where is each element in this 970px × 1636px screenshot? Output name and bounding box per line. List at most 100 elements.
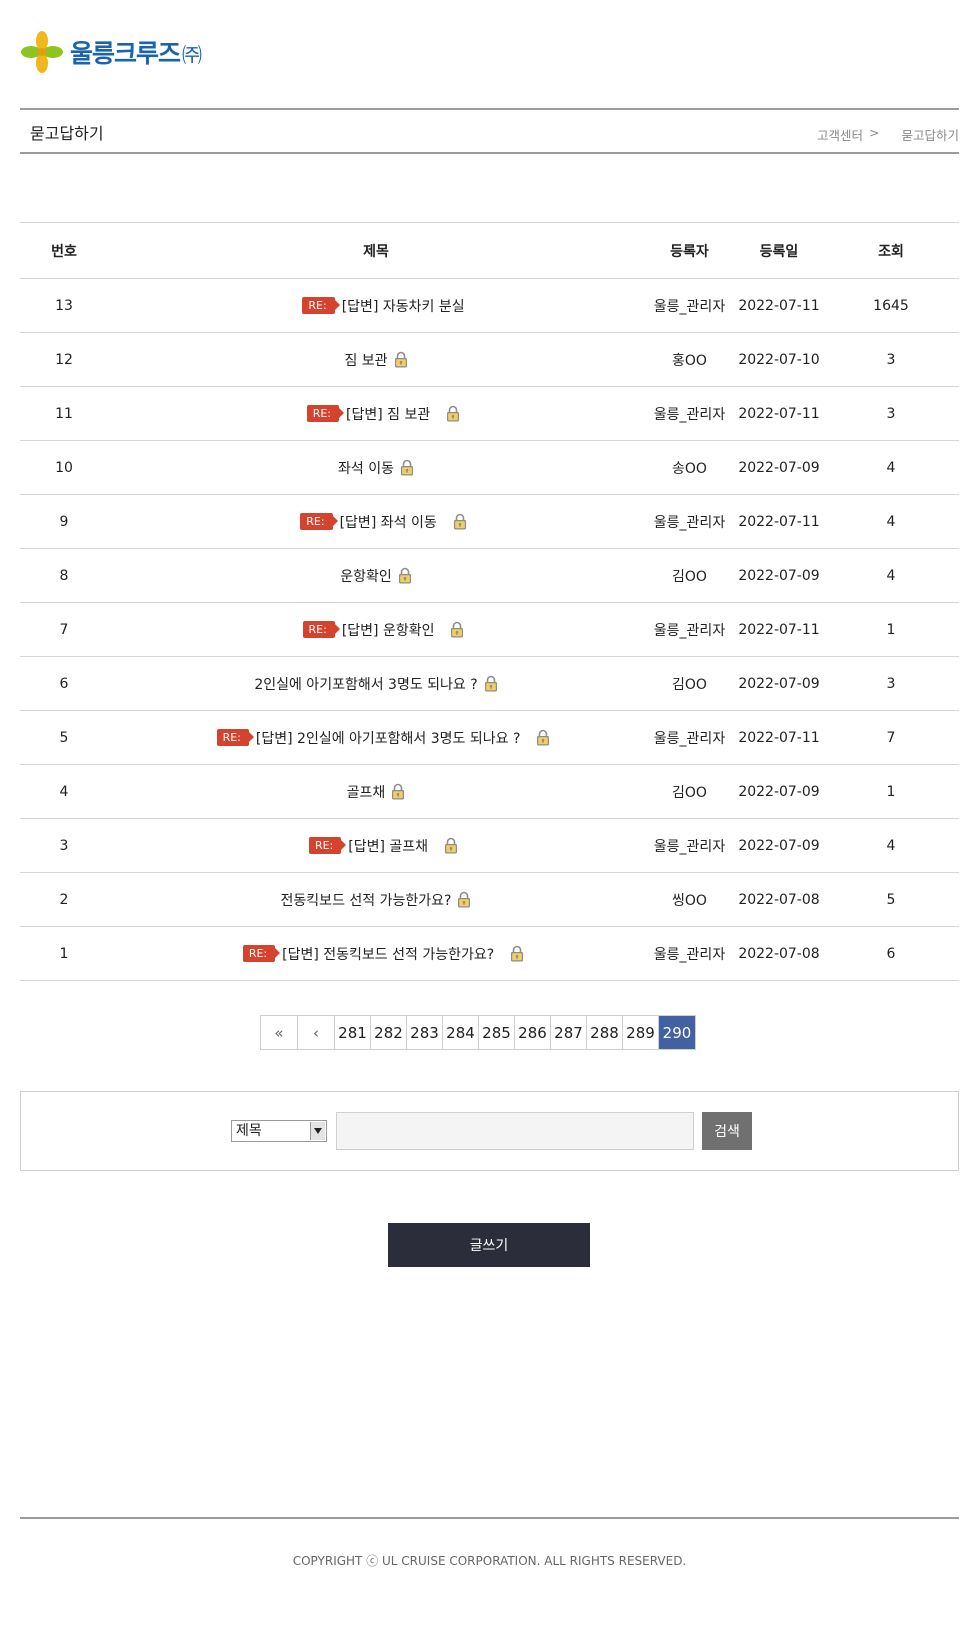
first-page-button[interactable]: « xyxy=(261,1016,298,1049)
row-date: 2022-07-11 xyxy=(735,278,823,333)
row-date: 2022-07-11 xyxy=(735,386,823,441)
row-number: 9 xyxy=(20,494,108,549)
search-panel: 제목 검색 xyxy=(20,1091,959,1171)
chevron-down-icon[interactable] xyxy=(310,1122,325,1140)
table-row[interactable]: 10 좌석 이동 송OO 2022-07-09 4 xyxy=(20,440,959,495)
logo[interactable]: 울릉크루즈 ㈜ xyxy=(20,30,202,74)
prev-page-button[interactable]: ‹ xyxy=(298,1016,335,1049)
row-number: 2 xyxy=(20,872,108,927)
row-author: 울릉_관리자 xyxy=(644,386,735,441)
row-subject-cell: 좌석 이동 xyxy=(108,440,644,495)
row-date: 2022-07-11 xyxy=(735,494,823,549)
table-header-row: 번호 제목 등록자 등록일 조회 xyxy=(20,222,959,279)
pagination: « ‹ 281 282 283 284 285 286 287 288 289 … xyxy=(260,1015,696,1050)
row-subject-link[interactable]: 짐 보관 xyxy=(344,350,407,370)
breadcrumb-item-qna[interactable]: 묻고답하기 xyxy=(901,125,959,144)
column-header-date: 등록일 xyxy=(735,222,823,279)
row-subject-link[interactable]: RE: [답변] 전동킥보드 선적 가능한가요? xyxy=(228,944,524,964)
search-field-select[interactable]: 제목 xyxy=(231,1120,327,1142)
row-subject-link[interactable]: 골프채 xyxy=(347,782,406,802)
row-subject-link[interactable]: 좌석 이동 xyxy=(338,458,414,478)
row-date: 2022-07-08 xyxy=(735,926,823,981)
table-row[interactable]: 11 RE: [답변] 짐 보관 울릉_관리자 2022-07-11 3 xyxy=(20,386,959,441)
row-subject-link[interactable]: 운항확인 xyxy=(340,566,412,586)
row-subject-text: 전동킥보드 선적 가능한가요? xyxy=(280,892,452,909)
table-row[interactable]: 5 RE: [답변] 2인실에 아기포함해서 3명도 되나요 ? 울릉_관리자 2022… xyxy=(20,710,959,765)
re-badge: RE: xyxy=(242,945,281,962)
page-287-button[interactable]: 287 xyxy=(551,1016,587,1049)
row-subject-link[interactable]: 전동킥보드 선적 가능한가요? xyxy=(281,890,472,910)
row-subject-link[interactable]: RE: [답변] 2인실에 아기포함해서 3명도 되나요 ? xyxy=(202,728,551,748)
search-input[interactable] xyxy=(336,1112,694,1150)
row-views: 1645 xyxy=(823,278,959,333)
page-288-button[interactable]: 288 xyxy=(587,1016,623,1049)
page-282-button[interactable]: 282 xyxy=(371,1016,407,1049)
table-row[interactable]: 3 RE: [답변] 골프채 울릉_관리자 2022-07-09 4 xyxy=(20,818,959,873)
column-header-subject: 제목 xyxy=(108,222,644,279)
row-subject-link[interactable]: RE: [답변] 짐 보관 xyxy=(292,404,461,424)
footer-divider xyxy=(20,1517,959,1519)
table-row[interactable]: 2 전동킥보드 선적 가능한가요? 씽OO 2022-07-08 5 xyxy=(20,872,959,927)
row-number: 8 xyxy=(20,548,108,603)
row-views: 3 xyxy=(823,656,959,711)
table-row[interactable]: 8 운항확인 김OO 2022-07-09 4 xyxy=(20,548,959,603)
page-281-button[interactable]: 281 xyxy=(335,1016,371,1049)
breadcrumb-item-customer-center[interactable]: 고객센터 xyxy=(817,125,863,144)
row-subject-text: [답변] 자동차키 분실 xyxy=(341,298,465,315)
row-subject-text: 운항확인 xyxy=(340,568,392,585)
page-286-button[interactable]: 286 xyxy=(515,1016,551,1049)
lock-icon xyxy=(457,891,471,908)
row-subject-link[interactable]: RE: [답변] 골프채 xyxy=(294,836,458,856)
row-subject-cell: RE: [답변] 운항확인 xyxy=(108,602,644,657)
row-views: 4 xyxy=(823,440,959,495)
row-author: 김OO xyxy=(644,656,735,711)
page-283-button[interactable]: 283 xyxy=(407,1016,443,1049)
table-row[interactable]: 4 골프채 김OO 2022-07-09 1 xyxy=(20,764,959,819)
page-284-button[interactable]: 284 xyxy=(443,1016,479,1049)
table-row[interactable]: 6 2인실에 아기포함해서 3명도 되나요 ? 김OO 2022-07-09 3 xyxy=(20,656,959,711)
table-row[interactable]: 9 RE: [답변] 좌석 이동 울릉_관리자 2022-07-11 4 xyxy=(20,494,959,549)
lock-icon xyxy=(400,459,414,476)
row-subject-link[interactable]: 2인실에 아기포함해서 3명도 되나요 ? xyxy=(254,674,497,694)
row-subject-cell: RE: [답변] 전동킥보드 선적 가능한가요? xyxy=(108,926,644,981)
row-subject-text: [답변] 골프채 xyxy=(348,838,429,855)
row-views: 4 xyxy=(823,494,959,549)
table-row[interactable]: 7 RE: [답변] 운항확인 울릉_관리자 2022-07-11 1 xyxy=(20,602,959,657)
table-row[interactable]: 13 RE: [답변] 자동차키 분실 울릉_관리자 2022-07-11 1645 xyxy=(20,278,959,333)
row-subject-text: 좌석 이동 xyxy=(338,460,394,477)
row-subject-link[interactable]: RE: [답변] 자동차키 분실 xyxy=(287,296,465,316)
row-author: 울릉_관리자 xyxy=(644,926,735,981)
re-badge: RE: xyxy=(302,297,341,314)
re-badge: RE: xyxy=(308,837,347,854)
lock-icon xyxy=(510,945,524,962)
row-subject-cell: 전동킥보드 선적 가능한가요? xyxy=(108,872,644,927)
re-badge: RE: xyxy=(302,621,341,638)
row-subject-link[interactable]: RE: [답변] 좌석 이동 xyxy=(285,512,466,532)
row-subject-text: [답변] 운항확인 xyxy=(341,622,435,639)
page-title: 묻고답하기 xyxy=(30,124,104,143)
re-badge: RE: xyxy=(300,513,338,530)
row-number: 11 xyxy=(20,386,108,441)
lock-icon xyxy=(394,351,408,368)
lock-icon xyxy=(450,621,464,638)
row-date: 2022-07-11 xyxy=(735,602,823,657)
search-button[interactable]: 검색 xyxy=(702,1112,752,1150)
row-subject-text: [답변] 짐 보관 xyxy=(346,406,431,423)
row-number: 1 xyxy=(20,926,108,981)
table-row[interactable]: 12 짐 보관 홍OO 2022-07-10 3 xyxy=(20,332,959,387)
row-number: 6 xyxy=(20,656,108,711)
row-subject-link[interactable]: RE: [답변] 운항확인 xyxy=(288,620,465,640)
qna-table: 번호 제목 등록자 등록일 조회 13 RE: [답변] 자동차키 분실 울릉_관리자… xyxy=(20,222,959,981)
row-subject-cell: RE: [답변] 자동차키 분실 xyxy=(108,278,644,333)
write-button[interactable]: 글쓰기 xyxy=(388,1223,590,1267)
page-290-button-current[interactable]: 290 xyxy=(659,1016,695,1049)
table-row[interactable]: 1 RE: [답변] 전동킥보드 선적 가능한가요? 울릉_관리자 2022-07-08… xyxy=(20,926,959,981)
row-author: 김OO xyxy=(644,764,735,819)
page-285-button[interactable]: 285 xyxy=(479,1016,515,1049)
row-subject-cell: 골프채 xyxy=(108,764,644,819)
row-author: 씽OO xyxy=(644,872,735,927)
row-number: 7 xyxy=(20,602,108,657)
row-author: 울릉_관리자 xyxy=(644,710,735,765)
page-289-button[interactable]: 289 xyxy=(623,1016,659,1049)
row-author: 울릉_관리자 xyxy=(644,278,735,333)
